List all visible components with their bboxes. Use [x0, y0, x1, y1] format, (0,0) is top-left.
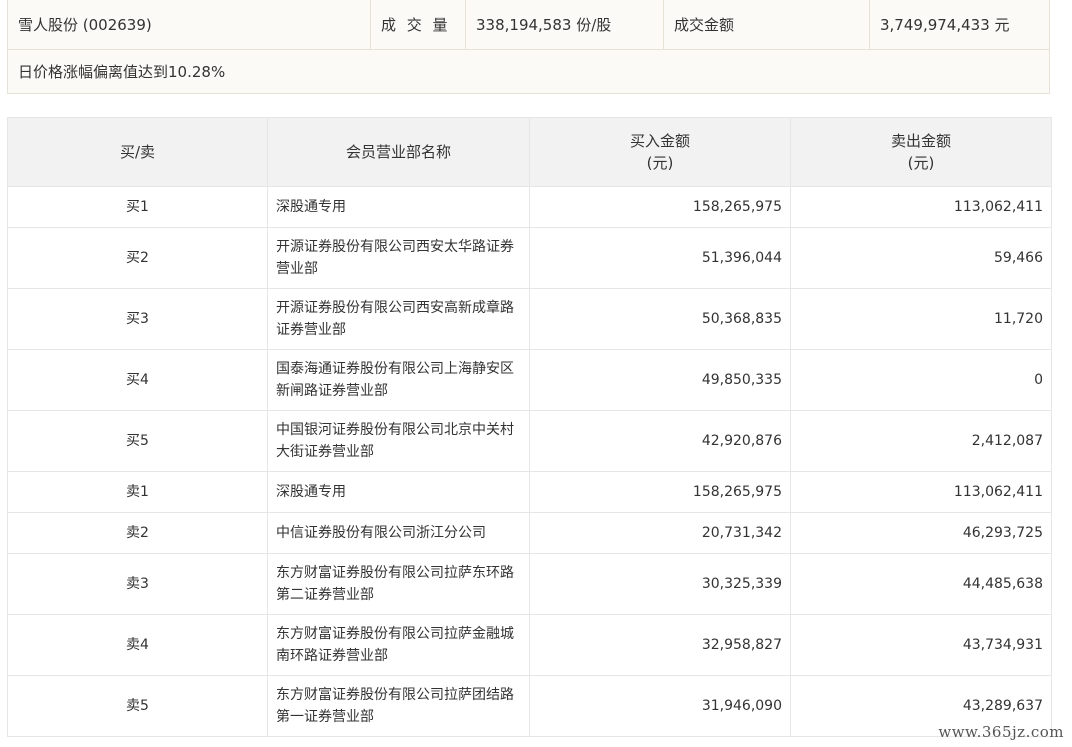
- table-row: 买4 国泰海通证券股份有限公司上海静安区新闸路证券营业部 49,850,335 …: [7, 349, 1052, 411]
- row-name: 深股通专用: [267, 186, 530, 228]
- row-buy: 42,920,876: [529, 410, 791, 472]
- row-side: 买1: [7, 186, 268, 228]
- deviation-note: 日价格涨幅偏离值达到10.28%: [18, 63, 226, 81]
- row-side: 买5: [7, 410, 268, 472]
- table-row: 卖4 东方财富证券股份有限公司拉萨金融城南环路证券营业部 32,958,827 …: [7, 614, 1052, 676]
- row-buy: 32,958,827: [529, 614, 791, 676]
- row-side: 卖4: [7, 614, 268, 676]
- header-buy: 买入金额 (元): [529, 117, 791, 187]
- header-name: 会员营业部名称: [267, 117, 530, 187]
- volume-label: 成 交 量: [371, 0, 466, 49]
- summary-row: 雪人股份 (002639) 成 交 量 338,194,583 份/股 成交金额…: [8, 0, 1049, 50]
- row-name: 开源证券股份有限公司西安高新成章路证券营业部: [267, 288, 530, 350]
- row-side: 卖3: [7, 553, 268, 615]
- stock-name: 雪人股份 (002639): [8, 0, 371, 49]
- table-header-row: 买/卖 会员营业部名称 买入金额 (元) 卖出金额 (元): [7, 117, 1052, 187]
- table-row: 卖2 中信证券股份有限公司浙江分公司 20,731,342 46,293,725: [7, 512, 1052, 554]
- table-row: 买1 深股通专用 158,265,975 113,062,411: [7, 186, 1052, 228]
- row-buy: 30,325,339: [529, 553, 791, 615]
- amount-value: 3,749,974,433 元: [880, 16, 1010, 34]
- header-side: 买/卖: [7, 117, 268, 187]
- row-sell: 113,062,411: [790, 186, 1052, 228]
- row-sell: 44,485,638: [790, 553, 1052, 615]
- table-row: 买5 中国银河证券股份有限公司北京中关村大街证券营业部 42,920,876 2…: [7, 410, 1052, 472]
- table-row: 卖5 东方财富证券股份有限公司拉萨团结路第一证券营业部 31,946,090 4…: [7, 675, 1052, 737]
- trading-table-wrapper: 买/卖 会员营业部名称 买入金额 (元) 卖出金额 (元) 买1 深股通专用 158…: [7, 117, 1052, 737]
- header-sell: 卖出金额 (元): [790, 117, 1052, 187]
- row-sell: 11,720: [790, 288, 1052, 350]
- row-name: 东方财富证券股份有限公司拉萨金融城南环路证券营业部: [267, 614, 530, 676]
- row-sell: 113,062,411: [790, 471, 1052, 513]
- table-row: 买3 开源证券股份有限公司西安高新成章路证券营业部 50,368,835 11,…: [7, 288, 1052, 350]
- row-sell: 0: [790, 349, 1052, 411]
- row-sell: 43,734,931: [790, 614, 1052, 676]
- row-buy: 50,368,835: [529, 288, 791, 350]
- summary-panel: 雪人股份 (002639) 成 交 量 338,194,583 份/股 成交金额…: [7, 0, 1050, 94]
- row-name: 国泰海通证券股份有限公司上海静安区新闸路证券营业部: [267, 349, 530, 411]
- amount-label: 成交金额: [664, 0, 870, 49]
- row-side: 买4: [7, 349, 268, 411]
- row-side: 卖1: [7, 471, 268, 513]
- row-buy: 31,946,090: [529, 675, 791, 737]
- site-watermark: www.365jz.com: [938, 723, 1064, 741]
- volume-value: 338,194,583 份/股: [466, 0, 664, 49]
- trading-table: 买/卖 会员营业部名称 买入金额 (元) 卖出金额 (元) 买1 深股通专用 158…: [7, 117, 1052, 737]
- row-name: 中国银河证券股份有限公司北京中关村大街证券营业部: [267, 410, 530, 472]
- row-buy: 51,396,044: [529, 227, 791, 289]
- row-buy: 49,850,335: [529, 349, 791, 411]
- row-name: 东方财富证券股份有限公司拉萨东环路第二证券营业部: [267, 553, 530, 615]
- row-buy: 158,265,975: [529, 471, 791, 513]
- row-side: 买2: [7, 227, 268, 289]
- table-row: 卖1 深股通专用 158,265,975 113,062,411: [7, 471, 1052, 513]
- row-name: 开源证券股份有限公司西安太华路证券营业部: [267, 227, 530, 289]
- row-buy: 158,265,975: [529, 186, 791, 228]
- row-name: 深股通专用: [267, 471, 530, 513]
- table-row: 卖3 东方财富证券股份有限公司拉萨东环路第二证券营业部 30,325,339 4…: [7, 553, 1052, 615]
- row-buy: 20,731,342: [529, 512, 791, 554]
- row-name: 中信证券股份有限公司浙江分公司: [267, 512, 530, 554]
- row-sell: 2,412,087: [790, 410, 1052, 472]
- row-sell: 59,466: [790, 227, 1052, 289]
- row-side: 买3: [7, 288, 268, 350]
- row-side: 卖2: [7, 512, 268, 554]
- row-sell: 46,293,725: [790, 512, 1052, 554]
- table-row: 买2 开源证券股份有限公司西安太华路证券营业部 51,396,044 59,46…: [7, 227, 1052, 289]
- row-name: 东方财富证券股份有限公司拉萨团结路第一证券营业部: [267, 675, 530, 737]
- row-side: 卖5: [7, 675, 268, 737]
